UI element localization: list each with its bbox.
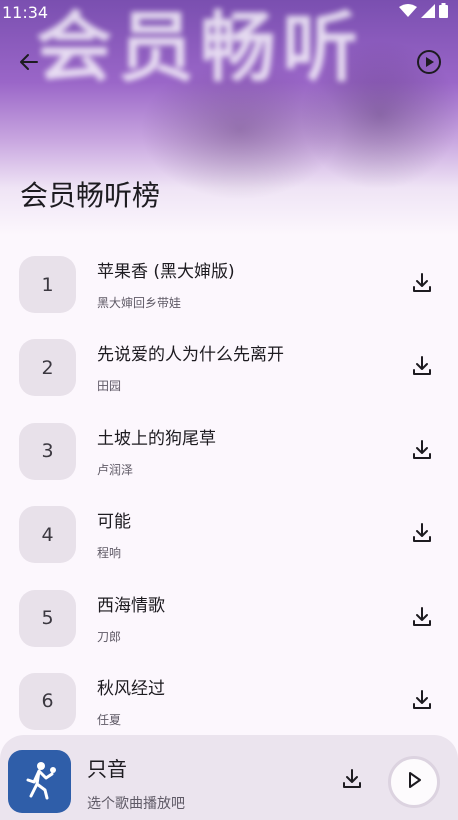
song-artist: 卢润泽 [97,462,134,477]
play-circle-icon [416,49,442,79]
song-row[interactable]: 3 土坡上的狗尾草 卢润泽 [0,410,458,493]
page-title: 会员畅听榜 [20,179,161,212]
song-artist: 任夏 [97,712,122,727]
song-row[interactable]: 1 苹果香 (黑大婶版) 黑大婶回乡带娃 [0,243,458,326]
download-icon [411,606,433,632]
signal-icon [421,3,435,22]
basketball-player-icon [22,760,58,804]
download-button[interactable] [404,436,440,468]
player-subtitle: 选个歌曲播放吧 [87,796,185,812]
play-all-button[interactable] [411,46,447,82]
song-artist: 黑大婶回乡带娃 [97,296,182,310]
download-icon [411,355,433,381]
battery-icon [439,2,448,22]
song-row[interactable]: 4 可能 程响 [0,493,458,576]
song-artist: 田园 [97,379,122,394]
wifi-icon [399,3,417,22]
download-icon [341,768,363,794]
song-title: 可能 [97,512,131,533]
download-icon [411,272,433,298]
download-button[interactable] [404,686,440,718]
download-icon [411,522,433,548]
arrow-left-icon [17,50,41,78]
mini-player[interactable]: 只音 选个歌曲播放吧 [0,735,458,820]
status-time: 11:34 [2,2,49,22]
song-row[interactable]: 2 先说爱的人为什么先离开 田园 [0,326,458,409]
back-button[interactable] [11,46,47,82]
player-title: 只音 [87,757,127,781]
song-list: 1 苹果香 (黑大婶版) 黑大婶回乡带娃 2 先说爱的人为什么先离开 田园 3 … [0,243,458,743]
song-row[interactable]: 6 秋风经过 任夏 [0,660,458,743]
rank-badge: 6 [19,672,76,730]
song-title: 秋风经过 [97,678,165,699]
song-artist: 刀郎 [97,629,122,644]
player-download-button[interactable] [334,765,370,797]
download-icon [411,689,433,715]
rank-badge: 4 [19,506,76,564]
download-button[interactable] [404,519,440,551]
rank-badge: 1 [19,256,76,313]
download-button[interactable] [404,352,440,384]
download-button[interactable] [404,603,440,635]
rank-badge: 5 [19,589,76,647]
play-icon [405,771,423,793]
song-title: 苹果香 (黑大婶版) [97,262,235,282]
download-button[interactable] [404,269,440,301]
song-title: 先说爱的人为什么先离开 [97,345,284,366]
player-play-button[interactable] [388,756,440,808]
song-artist: 程响 [97,546,122,561]
song-title: 西海情歌 [97,595,165,616]
rank-badge: 2 [19,339,76,397]
song-title: 土坡上的狗尾草 [97,428,216,449]
song-row[interactable]: 5 西海情歌 刀郎 [0,577,458,660]
rank-badge: 3 [19,422,76,480]
status-bar: 11:34 [0,0,458,24]
download-icon [411,439,433,465]
album-art [8,750,71,813]
